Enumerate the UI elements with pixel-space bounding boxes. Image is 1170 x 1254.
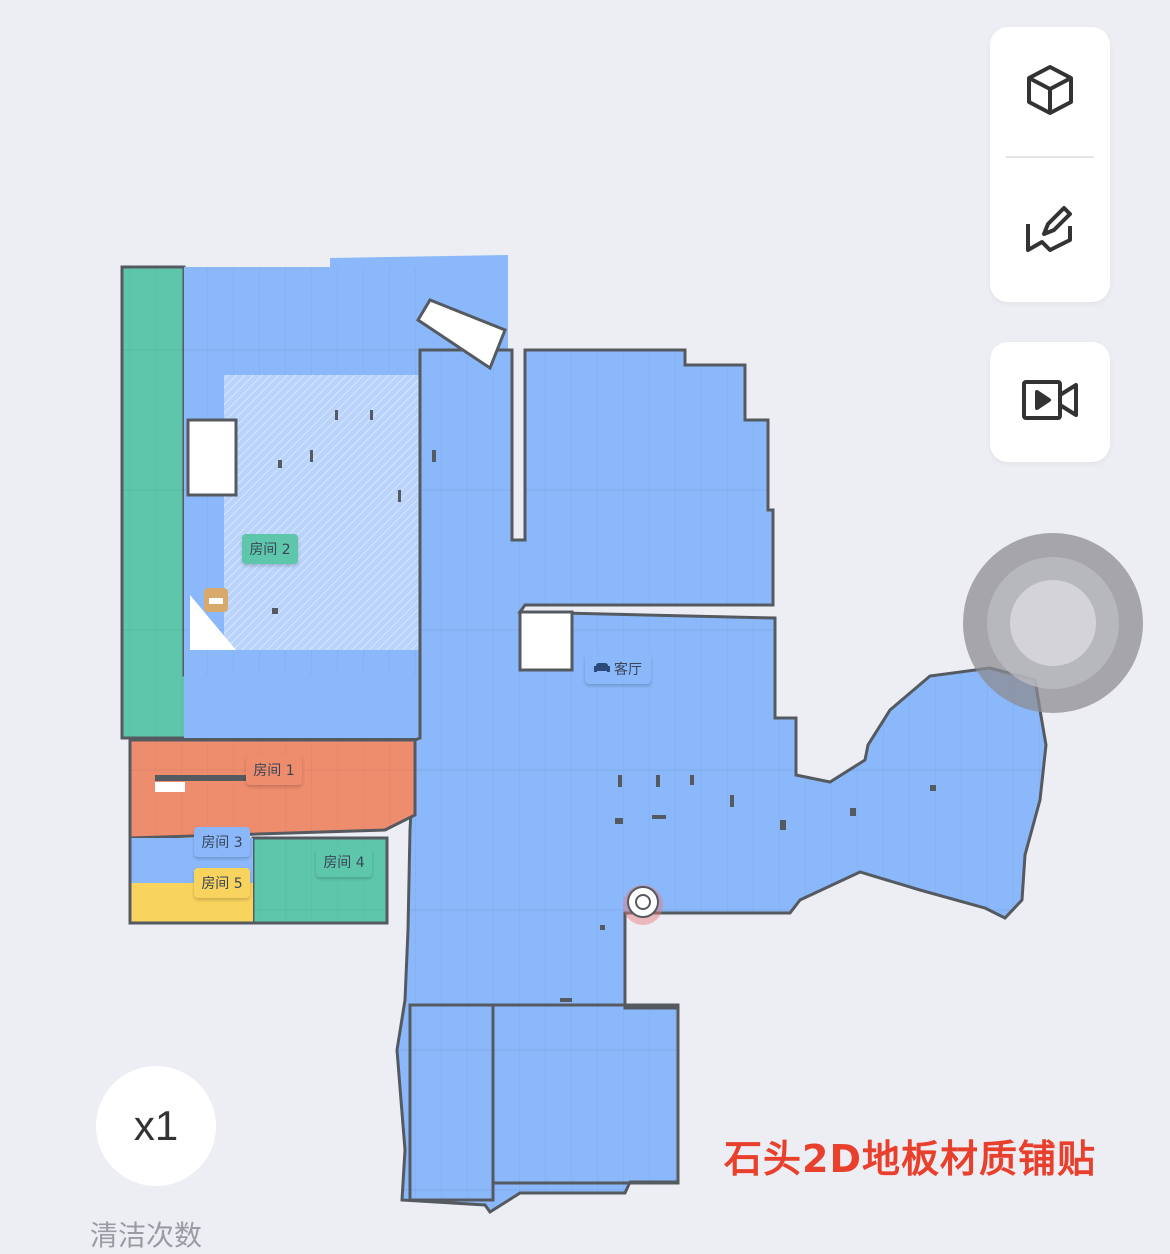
panel-divider <box>1006 156 1094 158</box>
room-3-label[interactable]: 房间 3 <box>194 827 250 857</box>
cube-icon <box>1023 63 1077 121</box>
living-room-area[interactable] <box>395 298 1048 1215</box>
room-5-label[interactable]: 房间 5 <box>194 868 250 898</box>
caption-text: 石头2D地板材质铺贴 <box>724 1137 1096 1181</box>
edit-map-button[interactable] <box>990 167 1110 297</box>
living-room-label-text: 客厅 <box>614 662 642 678</box>
joystick-control[interactable] <box>963 533 1143 713</box>
clean-count-button[interactable]: x1 <box>96 1066 216 1186</box>
robot-icon[interactable] <box>623 885 663 925</box>
room-1-label-text: 房间 1 <box>253 763 295 779</box>
clean-count-label: 清洁次数 <box>90 1219 203 1252</box>
room-4-label-text: 房间 4 <box>323 855 365 871</box>
room-4-label[interactable]: 房间 4 <box>316 847 372 877</box>
sofa-icon <box>594 661 610 677</box>
room-3-label-text: 房间 3 <box>201 835 243 851</box>
room-2-label-text: 房间 2 <box>249 542 291 558</box>
joystick-knob[interactable] <box>1010 580 1096 666</box>
video-button[interactable] <box>990 342 1110 462</box>
bed-icon[interactable] <box>204 588 228 612</box>
room-5-label-text: 房间 5 <box>201 876 243 892</box>
clean-count-value: x1 <box>133 1102 179 1149</box>
map-tools-panel <box>990 27 1110 302</box>
video-camera-icon <box>1020 377 1080 427</box>
view-3d-button[interactable] <box>990 27 1110 157</box>
living-room-label[interactable]: 客厅 <box>585 654 651 684</box>
room-2-label[interactable]: 房间 2 <box>242 534 298 564</box>
edit-map-icon <box>1022 202 1078 262</box>
video-panel <box>990 342 1110 462</box>
room-1-label[interactable]: 房间 1 <box>246 755 302 785</box>
